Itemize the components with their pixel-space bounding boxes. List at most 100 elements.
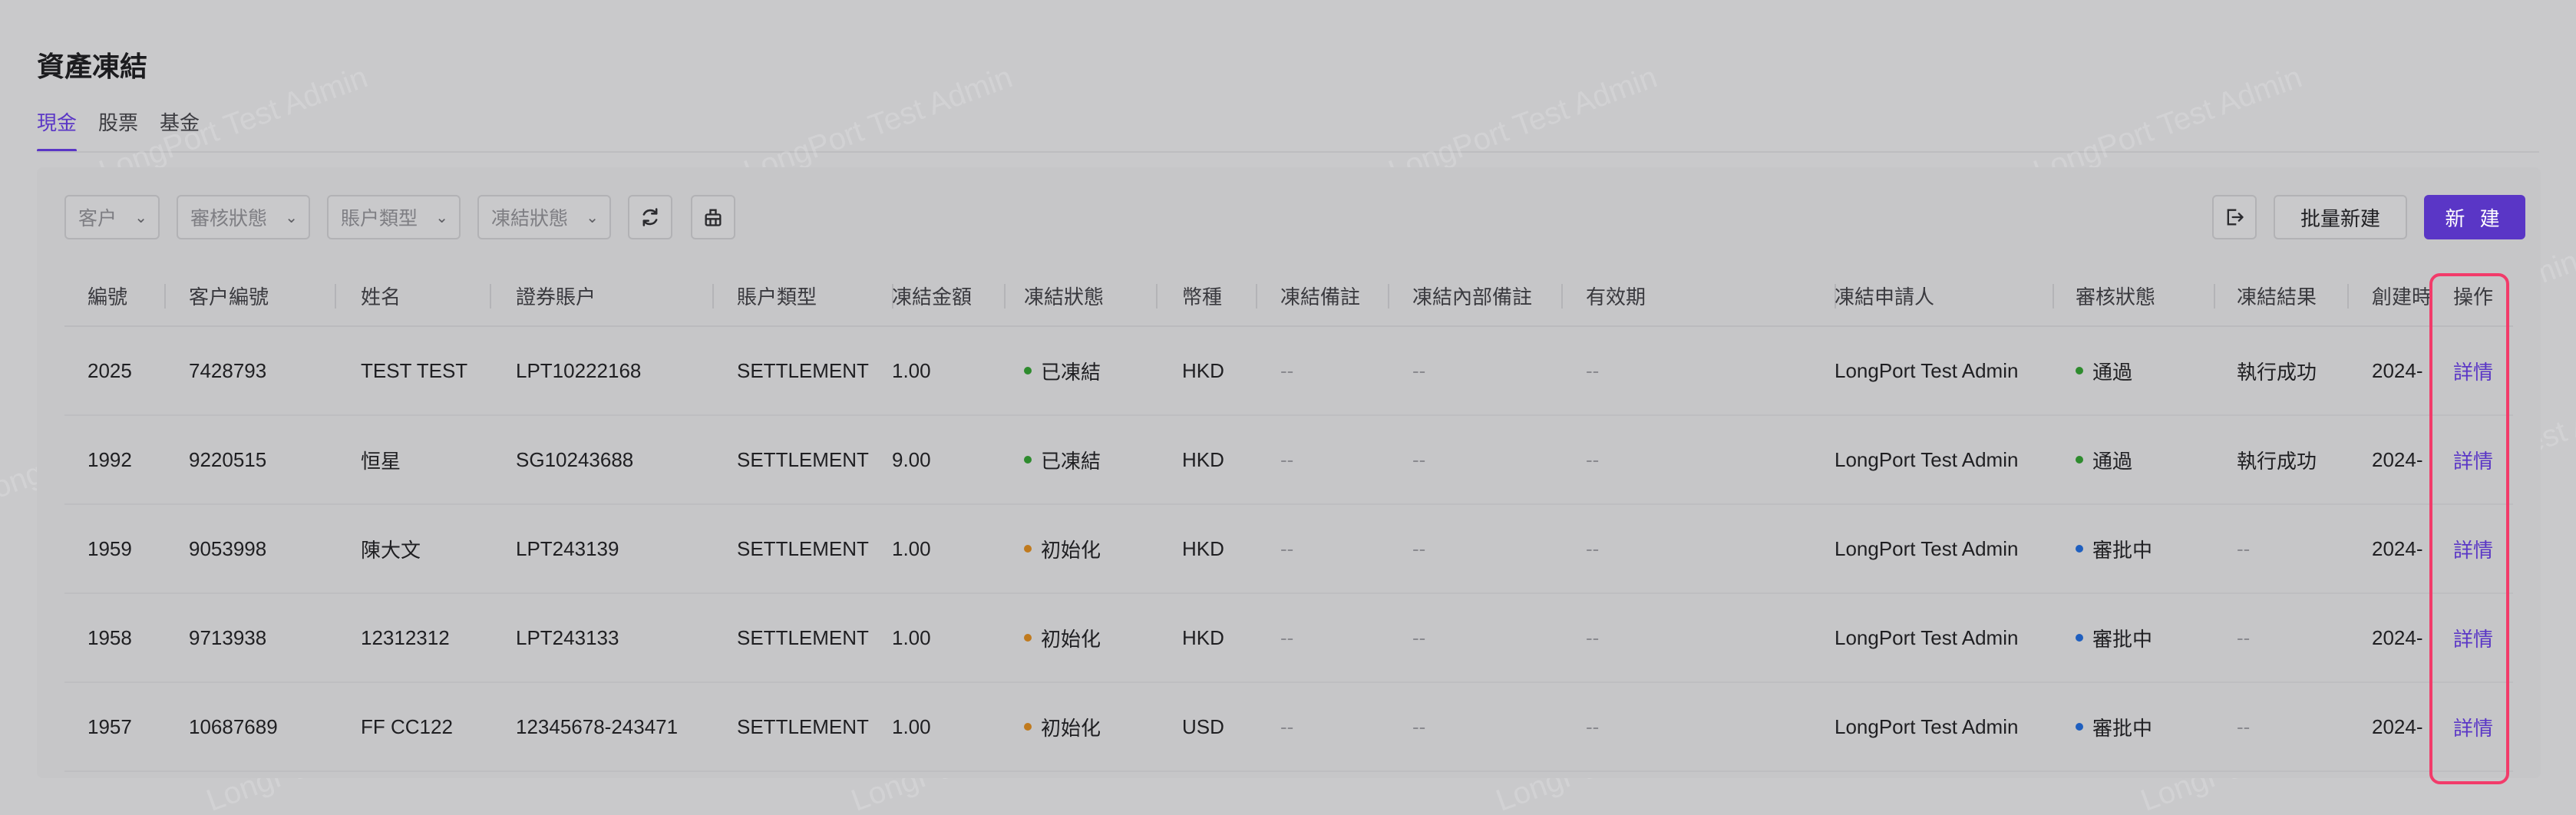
status-dot-icon: [1024, 367, 1032, 375]
filter-account-type-placeholder: 賬户類型: [341, 208, 418, 229]
table-row: 1957 10687689 FF CC122 12345678-243471 SETTL…: [64, 683, 2513, 772]
cell-account: 12345678-243471: [516, 683, 678, 770]
table-row: 2025 7428793 TEST TEST LPT10222168 SETTLEMEN…: [64, 327, 2513, 416]
cell-applicant: LongPort Test Admin: [1835, 505, 2018, 592]
column-header-name: 姓名: [361, 285, 401, 309]
cell-result-text: 執行成功: [2237, 360, 2317, 384]
cell-review-status-text: 審批中: [2092, 716, 2153, 740]
column-divider: [1004, 284, 1006, 309]
cell-account-text: 12345678-243471: [516, 714, 679, 738]
content-panel: 客户 ⌄ 審核狀態 ⌄ 賬户類型 ⌄ 凍結狀態 ⌄ 批量新建 新 建 編號 客户…: [37, 167, 2541, 778]
cell-internal-remark-text: --: [1412, 358, 1426, 382]
cell-name: FF CC122: [361, 683, 453, 770]
cell-currency: HKD: [1182, 327, 1224, 414]
cell-applicant-text: LongPort Test Admin: [1835, 536, 2019, 560]
status-dot-icon: [2076, 634, 2083, 642]
filter-client[interactable]: 客户 ⌄: [64, 195, 160, 239]
cell-validity: --: [1586, 327, 1599, 414]
cell-result: --: [2237, 594, 2250, 681]
cell-id-text: 1958: [88, 625, 132, 649]
action-column-highlight: [2429, 273, 2509, 784]
table-row: 1959 9053998 陳大文 LPT243139 SETTLEMENT 1.00 初始化…: [64, 505, 2513, 594]
cell-account-type: SETTLEMENT: [737, 416, 869, 503]
cell-currency-text: HKD: [1182, 625, 1224, 649]
cell-result-text: 執行成功: [2237, 449, 2317, 473]
column-header-review-status: 審核狀態: [2076, 285, 2156, 309]
cell-id: 1959: [88, 505, 132, 592]
filter-freeze-status[interactable]: 凍結狀態 ⌄: [477, 195, 611, 239]
column-divider: [335, 284, 336, 309]
chevron-down-icon: ⌄: [586, 209, 599, 226]
cell-applicant: LongPort Test Admin: [1835, 416, 2018, 503]
cell-account-type: SETTLEMENT: [737, 683, 869, 770]
column-header-remark: 凍結備註: [1280, 285, 1361, 309]
cell-internal-remark: --: [1412, 683, 1425, 770]
status-dot-icon: [2076, 723, 2083, 731]
cell-amount: 9.00: [892, 416, 931, 503]
cell-remark-text: --: [1280, 625, 1294, 649]
tab-stock[interactable]: 股票: [98, 106, 138, 152]
cell-freeze-status: 已凍結: [1024, 327, 1101, 414]
cell-client-id-text: 9053998: [189, 536, 267, 560]
cell-freeze-status: 已凍結: [1024, 416, 1101, 503]
cell-currency-text: HKD: [1182, 358, 1224, 382]
column-divider: [490, 284, 491, 309]
status-dot-icon: [1024, 723, 1032, 731]
column-header-client-id: 客户編號: [189, 285, 269, 309]
cell-internal-remark: --: [1412, 416, 1425, 503]
cell-currency: HKD: [1182, 594, 1224, 681]
cell-freeze-status-text: 初始化: [1041, 538, 1101, 562]
cell-internal-remark-text: --: [1412, 714, 1426, 738]
cell-created-text: 2024-: [2372, 625, 2423, 649]
cell-currency-text: USD: [1182, 714, 1224, 738]
cell-id-text: 1992: [88, 447, 132, 471]
cell-review-status: 通過: [2076, 416, 2132, 503]
cell-currency-text: HKD: [1182, 447, 1224, 471]
cell-id-text: 2025: [88, 358, 132, 382]
cell-client-id-text: 9713938: [189, 625, 267, 649]
tab-bar: 現金 股票 基金: [37, 106, 200, 152]
status-dot-icon: [1024, 545, 1032, 553]
cell-id-text: 1959: [88, 536, 132, 560]
page-title: 資產凍結: [37, 51, 148, 82]
cell-review-status-text: 審批中: [2092, 627, 2153, 651]
cell-freeze-status-text: 初始化: [1041, 716, 1101, 740]
cell-validity-text: --: [1586, 714, 1600, 738]
cell-applicant-text: LongPort Test Admin: [1835, 625, 2019, 649]
cell-created-text: 2024-: [2372, 447, 2423, 471]
cell-amount-text: 1.00: [892, 358, 931, 382]
filter-freeze-status-placeholder: 凍結狀態: [491, 208, 569, 229]
status-dot-icon: [1024, 456, 1032, 464]
clear-button[interactable]: [691, 195, 735, 239]
filter-account-type[interactable]: 賬户類型 ⌄: [327, 195, 461, 239]
refresh-button[interactable]: [628, 195, 672, 239]
cell-validity: --: [1586, 505, 1599, 592]
cell-created: 2024-: [2372, 327, 2423, 414]
column-divider: [2053, 284, 2054, 309]
create-button[interactable]: 新 建: [2424, 195, 2525, 239]
column-divider: [2347, 284, 2349, 309]
cell-client-id: 7428793: [189, 327, 266, 414]
cell-amount-text: 1.00: [892, 625, 931, 649]
column-divider: [164, 284, 166, 309]
column-header-validity: 有效期: [1586, 285, 1646, 309]
cell-review-status-text: 審批中: [2092, 538, 2153, 562]
batch-create-button[interactable]: 批量新建: [2274, 195, 2407, 239]
column-header-freeze-status: 凍結狀態: [1024, 285, 1105, 309]
cell-account-text: LPT10222168: [516, 358, 642, 382]
chevron-down-icon: ⌄: [435, 209, 448, 226]
filter-review-status[interactable]: 審核狀態 ⌄: [177, 195, 310, 239]
cell-currency-text: HKD: [1182, 536, 1224, 560]
cell-account: LPT243139: [516, 505, 619, 592]
cell-result-text: --: [2237, 625, 2251, 649]
cell-account: SG10243688: [516, 416, 633, 503]
status-dot-icon: [2076, 456, 2083, 464]
cell-internal-remark: --: [1412, 327, 1425, 414]
export-button[interactable]: [2212, 195, 2257, 239]
column-header-id: 編號: [88, 285, 128, 309]
cell-currency: USD: [1182, 683, 1224, 770]
cell-amount-text: 9.00: [892, 447, 931, 471]
cell-account-type-text: SETTLEMENT: [737, 625, 869, 649]
tab-cash[interactable]: 現金: [37, 106, 78, 152]
tab-fund[interactable]: 基金: [160, 106, 200, 152]
